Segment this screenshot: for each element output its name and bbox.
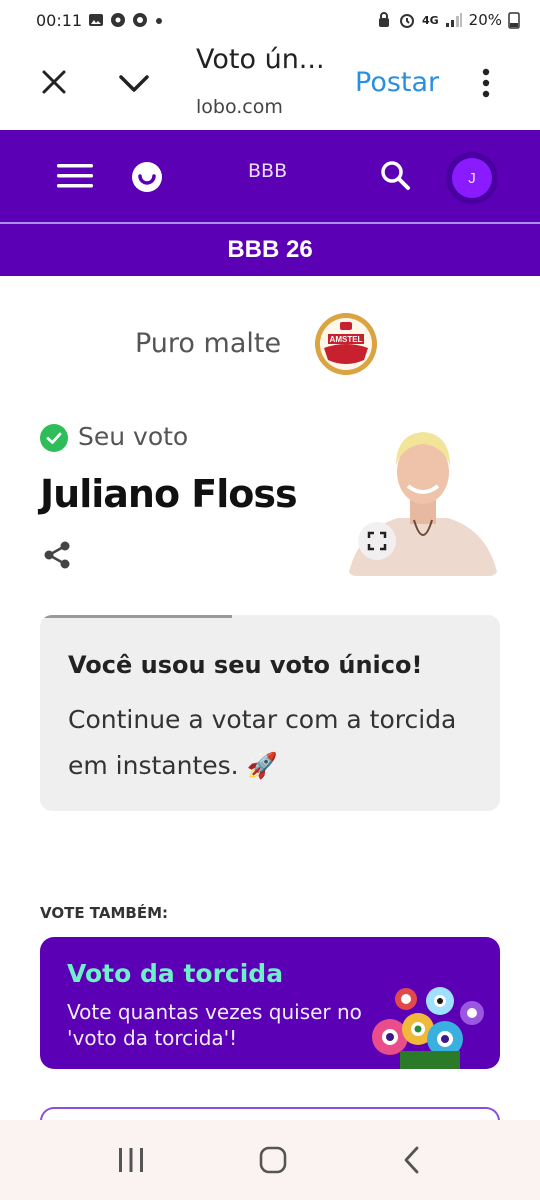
signal-icon [445,13,462,27]
check-circle-icon [40,424,68,452]
avatar-initial: J [452,158,492,198]
network-type: 4G [421,13,439,27]
share-icon[interactable] [42,540,72,570]
vote-also-heading: VOTE TAMBÉM: [40,904,169,922]
recent-apps-button[interactable] [116,1146,146,1174]
sponsor-text: Puro malte [135,328,282,359]
candidate-name: Juliano Floss [40,472,298,516]
soccer-ball-icon [111,13,126,27]
more-options-button[interactable] [476,66,496,100]
browser-toolbar: Voto ún... lobo.com Postar [0,40,540,130]
program-title: BBB 26 [227,236,313,263]
chrome-icon [133,13,148,27]
expand-icon [367,531,387,551]
post-button[interactable]: Postar [355,67,439,98]
vote-confirmation-card: Você usou seu voto único! Continue a vot… [40,615,500,811]
notification-dot-icon [156,18,163,24]
battery-level: 20% [468,11,502,29]
avatar[interactable]: J [446,152,498,204]
close-icon [42,70,66,94]
vote-status-label: Seu voto [78,422,189,451]
gallery-icon [89,14,104,26]
system-nav-bar [0,1120,540,1200]
hamburger-menu-icon [57,164,93,188]
battery-icon [508,12,520,29]
globo-logo-icon [132,162,162,192]
promo-title: Voto da torcida [67,959,284,988]
page-url[interactable]: lobo.com [196,96,283,118]
back-button[interactable] [400,1145,424,1175]
chevron-down-icon [119,75,149,92]
card-message: Continue a votar com a torcida em instan… [68,705,457,780]
close-tab-button[interactable] [38,66,70,98]
home-button[interactable] [258,1145,288,1175]
card-title: Você usou seu voto único! [68,651,423,679]
home-logo-button[interactable] [130,160,164,194]
menu-button[interactable] [56,162,94,190]
amstel-logo-icon[interactable]: AMSTEL [314,312,378,376]
minimize-tab-button[interactable] [116,68,152,98]
lock-icon [378,12,389,27]
voto-torcida-card[interactable]: Voto da torcida Vote quantas vezes quise… [40,937,500,1069]
alarm-icon [399,14,414,28]
bbb-mascots-illustration [372,987,484,1069]
site-header: BBB J [0,130,540,222]
section-label[interactable]: BBB [248,160,287,182]
sponsor-brand: AMSTEL [330,335,363,344]
expand-photo-button[interactable] [358,522,396,560]
search-icon [381,161,410,190]
progress-line [44,615,232,618]
status-time: 00:11 [36,10,83,30]
status-bar: 00:11 4G 20% [0,0,540,40]
search-button[interactable] [378,158,412,192]
page-title: Voto ún... [196,44,325,75]
promo-text: Vote quantas vezes quiser no 'voto da to… [67,1000,362,1050]
more-vertical-icon [482,68,490,98]
program-title-bar: BBB 26 [0,224,540,276]
